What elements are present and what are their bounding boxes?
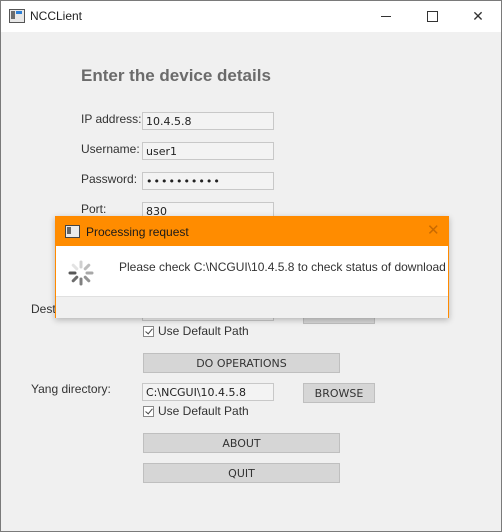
ip-address-field[interactable]: 10.4.5.8 xyxy=(142,112,274,130)
dialog-close-icon[interactable]: ✕ xyxy=(427,223,440,239)
quit-button[interactable]: QUIT xyxy=(143,463,340,483)
dialog-title-bar[interactable]: Processing request ✕ xyxy=(56,217,448,246)
dialog-title: Processing request xyxy=(86,225,189,239)
yang-browse-button[interactable]: BROWSE xyxy=(303,383,375,403)
yang-default-path-label: Use Default Path xyxy=(158,404,249,418)
page-title: Enter the device details xyxy=(81,66,271,85)
loading-spinner-icon xyxy=(68,260,94,286)
window-title: NCCLient xyxy=(30,9,83,23)
port-label: Port: xyxy=(81,202,107,216)
title-bar[interactable]: NCCLient ✕ xyxy=(1,1,501,32)
do-operations-button[interactable]: DO OPERATIONS xyxy=(143,353,340,373)
close-icon: ✕ xyxy=(472,8,484,24)
maximize-button[interactable] xyxy=(409,1,455,32)
processing-dialog: Processing request ✕ Please check C:\NCG… xyxy=(55,216,449,318)
password-field[interactable]: •••••••••• xyxy=(142,172,274,190)
dialog-message: Please check C:\NCGUI\10.4.5.8 to check … xyxy=(119,260,446,274)
close-button[interactable]: ✕ xyxy=(455,1,501,32)
minimize-button[interactable] xyxy=(363,1,409,32)
ip-address-label: IP address: xyxy=(81,112,142,126)
minimize-icon xyxy=(381,16,391,17)
destination-default-path-checkbox[interactable]: Use Default Path xyxy=(143,324,249,338)
checkbox-checked-icon xyxy=(143,325,154,337)
username-field[interactable]: user1 xyxy=(142,142,274,160)
dialog-app-icon xyxy=(65,225,80,238)
about-button[interactable]: ABOUT xyxy=(143,433,340,453)
dialog-footer xyxy=(56,296,448,318)
yang-default-path-checkbox[interactable]: Use Default Path xyxy=(143,404,249,418)
destination-default-path-label: Use Default Path xyxy=(158,324,249,338)
checkbox-checked-icon xyxy=(143,405,154,417)
username-label: Username: xyxy=(81,142,140,156)
yang-directory-field[interactable]: C:\NCGUI\10.4.5.8 xyxy=(142,383,274,401)
dialog-body: Please check C:\NCGUI\10.4.5.8 to check … xyxy=(56,246,448,296)
yang-directory-label: Yang directory: xyxy=(31,382,111,396)
app-icon xyxy=(9,9,25,23)
maximize-icon xyxy=(426,11,438,22)
password-label: Password: xyxy=(81,172,138,186)
